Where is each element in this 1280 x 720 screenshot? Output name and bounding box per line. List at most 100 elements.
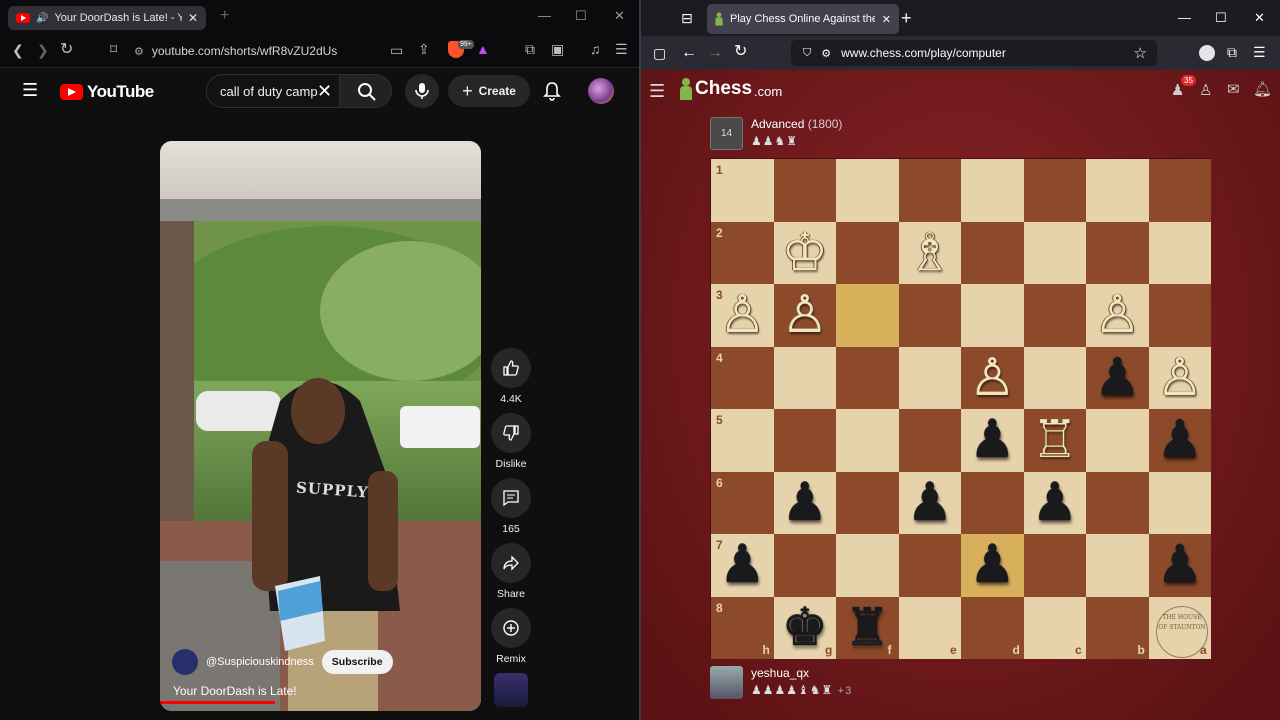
permissions-icon[interactable]: ⚙ <box>821 47 831 60</box>
square-d1[interactable] <box>961 159 1024 222</box>
shield-icon[interactable]: ⛉ <box>803 47 811 60</box>
square-d6[interactable] <box>961 471 1024 534</box>
shorts-video-player[interactable]: SUPPLY @Suspiciouskindness Subscribe You… <box>160 141 481 711</box>
friends-icon[interactable]: ♙ <box>1199 83 1212 98</box>
like-button[interactable] <box>491 348 531 388</box>
player-avatar[interactable] <box>710 666 743 699</box>
voice-search-button[interactable] <box>405 74 439 108</box>
speaker-icon[interactable]: 🔊 <box>36 13 48 24</box>
brave-rewards-icon[interactable]: ▲ <box>476 42 490 56</box>
sound-thumbnail[interactable] <box>494 673 528 707</box>
square-g5[interactable] <box>773 409 836 472</box>
square-e4[interactable] <box>898 346 961 409</box>
create-button[interactable]: + Create <box>448 75 530 107</box>
square-b2[interactable] <box>1086 221 1149 284</box>
search-button[interactable] <box>339 75 391 107</box>
sidebar-icon[interactable]: ▣ <box>551 42 564 56</box>
black-pawn-d7[interactable]: ♟ <box>961 534 1024 597</box>
minimize-button[interactable]: — <box>1178 10 1191 25</box>
square-c4[interactable] <box>1023 346 1086 409</box>
extensions-icon[interactable]: ⧉ <box>525 42 535 56</box>
white-pawn-d4[interactable]: ♙ <box>961 347 1024 410</box>
square-e7[interactable] <box>898 534 961 597</box>
maximize-button[interactable]: ☐ <box>1215 10 1227 26</box>
square-f2[interactable] <box>836 221 899 284</box>
square-b7[interactable] <box>1086 534 1149 597</box>
square-b6[interactable] <box>1086 471 1149 534</box>
new-tab-button[interactable]: + <box>901 9 912 27</box>
black-pawn-b4[interactable]: ♟ <box>1086 347 1149 410</box>
square-a2[interactable] <box>1148 221 1211 284</box>
square-b1[interactable] <box>1086 159 1149 222</box>
close-window-button[interactable]: ✕ <box>1254 10 1265 26</box>
white-rook-c5[interactable]: ♖ <box>1024 409 1087 472</box>
black-pawn-d5[interactable]: ♟ <box>961 409 1024 472</box>
chess-board[interactable]: 1 2 3 4 5 6 7 8 h g f e d c b a ♔ ♗ ♙ ♙ ♙ ♙ ♙ ♖ ♟ ♟ ♟ ♟ ♟ ♟ ♟ ♟ ♟ ♚ ♜ THE H… <box>710 158 1212 660</box>
square-e5[interactable] <box>898 409 961 472</box>
reload-icon[interactable]: ↻ <box>734 44 747 60</box>
close-window-button[interactable]: ✕ <box>614 8 625 24</box>
clear-search-icon[interactable]: ✕ <box>317 81 332 102</box>
white-pawn-g3[interactable]: ♙ <box>774 284 837 347</box>
close-tab-icon[interactable]: ✕ <box>188 11 198 25</box>
white-pawn-h3[interactable]: ♙ <box>711 284 774 347</box>
square-c3[interactable] <box>1023 284 1086 347</box>
back-icon[interactable]: ← <box>681 45 697 61</box>
tab-youtube[interactable]: 🔊 Your DoorDash is Late! - YouTube ✕ <box>8 6 206 30</box>
player-name[interactable]: yeshua_qx <box>751 666 852 680</box>
white-pawn-b3[interactable]: ♙ <box>1086 284 1149 347</box>
black-rook-f8[interactable]: ♜ <box>836 597 899 660</box>
bot-avatar[interactable]: 14 <box>710 117 743 150</box>
bookmark-icon[interactable]: ⌑ <box>110 42 117 56</box>
chess-menu-icon[interactable]: ☰ <box>649 82 665 100</box>
remix-button[interactable] <box>491 608 531 648</box>
square-b5[interactable] <box>1086 409 1149 472</box>
cast-icon[interactable]: ▭ <box>390 43 403 57</box>
square-g4[interactable] <box>773 346 836 409</box>
square-g7[interactable] <box>773 534 836 597</box>
forward-icon[interactable]: ❯ <box>37 43 49 57</box>
square-f5[interactable] <box>836 409 899 472</box>
minimize-button[interactable]: — <box>538 8 551 23</box>
close-tab-icon[interactable]: ✕ <box>882 13 891 26</box>
comments-button[interactable] <box>491 478 531 518</box>
square-f7[interactable] <box>836 534 899 597</box>
back-icon[interactable]: ❮ <box>12 43 24 57</box>
maximize-button[interactable]: ☐ <box>575 8 587 24</box>
square-c1[interactable] <box>1023 159 1086 222</box>
white-pawn-a4[interactable]: ♙ <box>1149 347 1212 410</box>
short-title[interactable]: Your DoorDash is Late! <box>173 684 297 698</box>
square-d2[interactable] <box>961 221 1024 284</box>
bookmark-star-icon[interactable]: ☆ <box>1134 44 1147 62</box>
address-bar[interactable]: ⛉ ⚙ www.chess.com/play/computer ☆ <box>791 40 1157 66</box>
square-f4[interactable] <box>836 346 899 409</box>
square-e1[interactable] <box>898 159 961 222</box>
notifications-bell-icon[interactable]: 🔔︎ <box>1253 82 1272 97</box>
square-f3[interactable] <box>836 284 899 347</box>
hamburger-menu-icon[interactable]: ☰ <box>22 81 38 99</box>
share-button[interactable] <box>491 543 531 583</box>
tab-chess[interactable]: Play Chess Online Against the Computer ✕ <box>707 4 899 34</box>
square-f1[interactable] <box>836 159 899 222</box>
black-pawn-e6[interactable]: ♟ <box>899 472 962 535</box>
reload-icon[interactable]: ↻ <box>60 42 73 58</box>
black-pawn-c6[interactable]: ♟ <box>1024 472 1087 535</box>
site-settings-icon[interactable]: ⚙ <box>134 45 144 58</box>
search-input[interactable]: call of duty camp <box>220 84 320 99</box>
white-bishop-e2[interactable]: ♗ <box>899 222 962 285</box>
messages-icon[interactable]: ✉ <box>1227 82 1240 97</box>
new-tab-button[interactable]: + <box>220 7 229 25</box>
friends-request-icon[interactable]: ♟ <box>1171 83 1184 98</box>
square-g1[interactable] <box>773 159 836 222</box>
chess-logo[interactable]: Chess .com <box>679 78 782 100</box>
share-icon[interactable]: ⇪ <box>418 42 430 56</box>
square-c7[interactable] <box>1023 534 1086 597</box>
forward-icon[interactable]: → <box>707 45 723 61</box>
youtube-logo[interactable]: YouTube <box>60 82 154 102</box>
white-king-g2[interactable]: ♔ <box>774 222 837 285</box>
menu-icon[interactable]: ☰ <box>615 42 628 56</box>
square-f6[interactable] <box>836 471 899 534</box>
address-bar[interactable]: ⚙ youtube.com/shorts/wfR8vZU2dUs <box>134 40 434 62</box>
channel-avatar[interactable] <box>172 649 198 675</box>
square-a3[interactable] <box>1148 284 1211 347</box>
